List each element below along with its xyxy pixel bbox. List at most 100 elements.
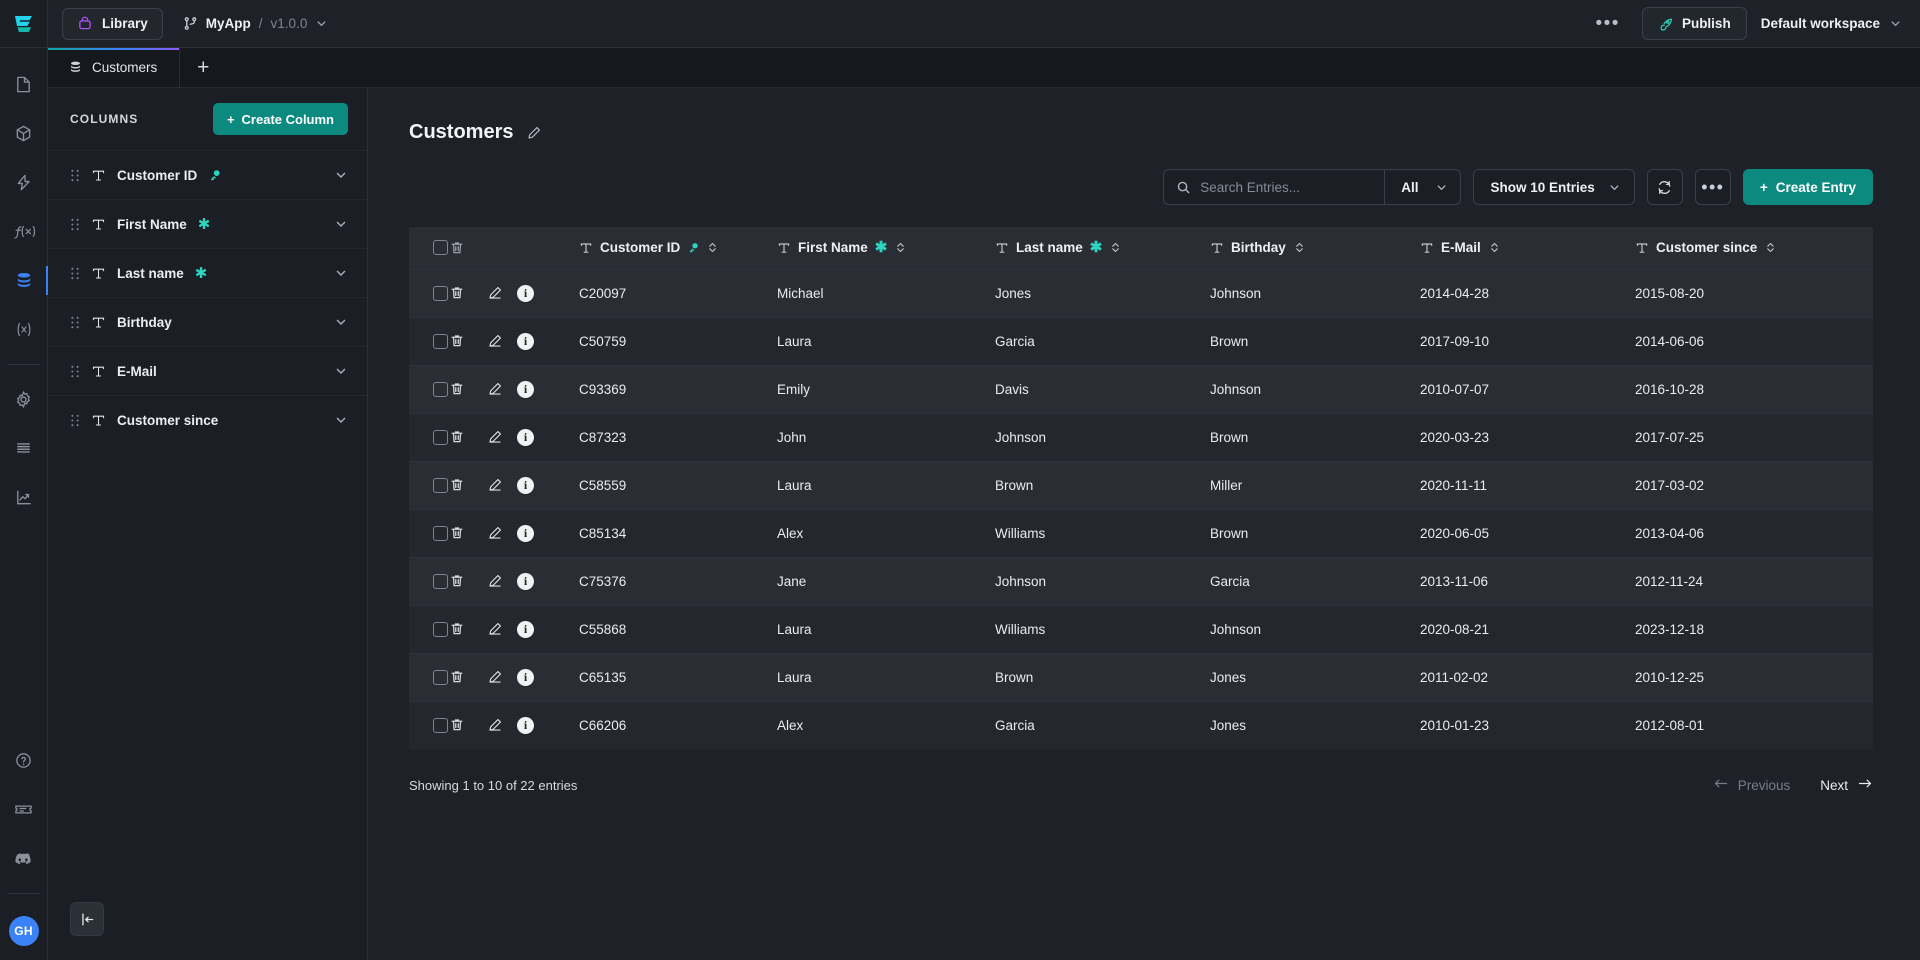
table-more-button[interactable]: ••• <box>1695 169 1731 205</box>
sort-toggle-icon[interactable] <box>1110 241 1121 254</box>
analytics-chart-icon[interactable] <box>0 473 48 522</box>
drag-handle-icon[interactable] <box>70 217 80 232</box>
row-checkbox[interactable] <box>433 670 448 685</box>
functions-fx-icon[interactable] <box>0 207 48 256</box>
header-customer-id[interactable]: Customer ID <box>579 227 777 269</box>
table-row[interactable]: iC85134AlexWilliamsBrown2020-06-052013-0… <box>409 509 1873 557</box>
select-all-checkbox[interactable] <box>433 240 448 255</box>
column-item-first-name[interactable]: First Name ✱ <box>48 199 367 248</box>
info-icon[interactable]: i <box>517 573 534 590</box>
column-item-email[interactable]: E-Mail <box>48 346 367 395</box>
sort-toggle-icon[interactable] <box>1489 241 1500 254</box>
logs-stack-icon[interactable] <box>0 424 48 473</box>
column-item-customer-since[interactable]: Customer since <box>48 395 367 444</box>
next-page-button[interactable]: Next <box>1820 777 1873 793</box>
search-box[interactable] <box>1164 170 1384 204</box>
info-icon[interactable]: i <box>517 477 534 494</box>
edit-pencil-icon[interactable] <box>487 621 517 637</box>
table-row[interactable]: iC65135LauraBrownJones2011-02-022010-12-… <box>409 653 1873 701</box>
table-row[interactable]: iC66206AlexGarciaJones2010-01-232012-08-… <box>409 701 1873 749</box>
edit-pencil-icon[interactable] <box>487 381 517 397</box>
app-logo[interactable] <box>0 0 48 48</box>
trash-icon[interactable] <box>449 240 487 256</box>
row-checkbox[interactable] <box>433 334 448 349</box>
trash-icon[interactable] <box>449 381 487 397</box>
info-icon[interactable]: i <box>517 621 534 638</box>
pencil-icon[interactable] <box>526 125 542 141</box>
drag-handle-icon[interactable] <box>70 413 80 428</box>
info-icon[interactable]: i <box>517 381 534 398</box>
header-customer-since[interactable]: Customer since <box>1635 227 1873 269</box>
table-row[interactable]: iC55868LauraWilliamsJohnson2020-08-21202… <box>409 605 1873 653</box>
header-first-name[interactable]: First Name ✱ <box>777 227 995 269</box>
row-checkbox[interactable] <box>433 478 448 493</box>
table-row[interactable]: iC20097MichaelJonesJohnson2014-04-282015… <box>409 269 1873 317</box>
drag-handle-icon[interactable] <box>70 266 80 281</box>
create-entry-button[interactable]: + Create Entry <box>1743 169 1873 205</box>
edit-pencil-icon[interactable] <box>487 573 517 589</box>
refresh-button[interactable] <box>1647 169 1683 205</box>
sort-toggle-icon[interactable] <box>1294 241 1305 254</box>
drag-handle-icon[interactable] <box>70 364 80 379</box>
edit-pencil-icon[interactable] <box>487 525 517 541</box>
top-more-button[interactable]: ••• <box>1587 15 1627 33</box>
info-icon[interactable]: i <box>517 717 534 734</box>
header-birthday[interactable]: Birthday <box>1210 227 1420 269</box>
trash-icon[interactable] <box>449 621 487 637</box>
tab-customers[interactable]: Customers <box>48 48 180 87</box>
actions-lightning-icon[interactable] <box>0 158 48 207</box>
row-checkbox[interactable] <box>433 430 448 445</box>
row-checkbox[interactable] <box>433 526 448 541</box>
help-question-icon[interactable] <box>0 736 48 785</box>
drag-handle-icon[interactable] <box>70 315 80 330</box>
chevron-down-icon[interactable] <box>334 266 348 280</box>
search-input[interactable] <box>1200 180 1372 195</box>
chevron-down-icon[interactable] <box>334 168 348 182</box>
row-checkbox[interactable] <box>433 622 448 637</box>
table-row[interactable]: iC93369EmilyDavisJohnson2010-07-072016-1… <box>409 365 1873 413</box>
chevron-down-icon[interactable] <box>334 364 348 378</box>
column-item-birthday[interactable]: Birthday <box>48 297 367 346</box>
info-icon[interactable]: i <box>517 333 534 350</box>
table-row[interactable]: iC75376JaneJohnsonGarcia2013-11-062012-1… <box>409 557 1873 605</box>
collapse-panel-button[interactable] <box>70 902 104 936</box>
branch-selector[interactable]: MyApp / v1.0.0 <box>183 16 329 31</box>
drag-handle-icon[interactable] <box>70 168 80 183</box>
edit-pencil-icon[interactable] <box>487 429 517 445</box>
chevron-down-icon[interactable] <box>334 315 348 329</box>
trash-icon[interactable] <box>449 669 487 685</box>
chevron-down-icon[interactable] <box>334 217 348 231</box>
trash-icon[interactable] <box>449 573 487 589</box>
column-item-customer-id[interactable]: Customer ID <box>48 150 367 199</box>
row-checkbox[interactable] <box>433 382 448 397</box>
info-icon[interactable]: i <box>517 285 534 302</box>
filter-select[interactable]: All <box>1384 170 1459 204</box>
edit-pencil-icon[interactable] <box>487 477 517 493</box>
ticket-icon[interactable] <box>0 785 48 834</box>
row-checkbox[interactable] <box>433 718 448 733</box>
chevron-down-icon[interactable] <box>334 413 348 427</box>
sort-toggle-icon[interactable] <box>707 241 718 254</box>
database-icon[interactable] <box>0 256 48 305</box>
table-row[interactable]: iC58559LauraBrownMiller2020-11-112017-03… <box>409 461 1873 509</box>
add-tab-button[interactable]: + <box>180 48 226 87</box>
trash-icon[interactable] <box>449 429 487 445</box>
info-icon[interactable]: i <box>517 429 534 446</box>
variables-icon[interactable] <box>0 305 48 354</box>
sort-toggle-icon[interactable] <box>895 241 906 254</box>
info-icon[interactable]: i <box>517 669 534 686</box>
previous-page-button[interactable]: Previous <box>1713 777 1791 793</box>
column-item-last-name[interactable]: Last name ✱ <box>48 248 367 297</box>
edit-pencil-icon[interactable] <box>487 333 517 349</box>
trash-icon[interactable] <box>449 285 487 301</box>
header-email[interactable]: E-Mail <box>1420 227 1635 269</box>
trash-icon[interactable] <box>449 333 487 349</box>
widgets-cube-icon[interactable] <box>0 109 48 158</box>
header-last-name[interactable]: Last name ✱ <box>995 227 1210 269</box>
edit-pencil-icon[interactable] <box>487 717 517 733</box>
trash-icon[interactable] <box>449 477 487 493</box>
discord-icon[interactable] <box>0 834 48 883</box>
page-icon[interactable] <box>0 60 48 109</box>
table-row[interactable]: iC50759LauraGarciaBrown2017-09-102014-06… <box>409 317 1873 365</box>
row-checkbox[interactable] <box>433 574 448 589</box>
